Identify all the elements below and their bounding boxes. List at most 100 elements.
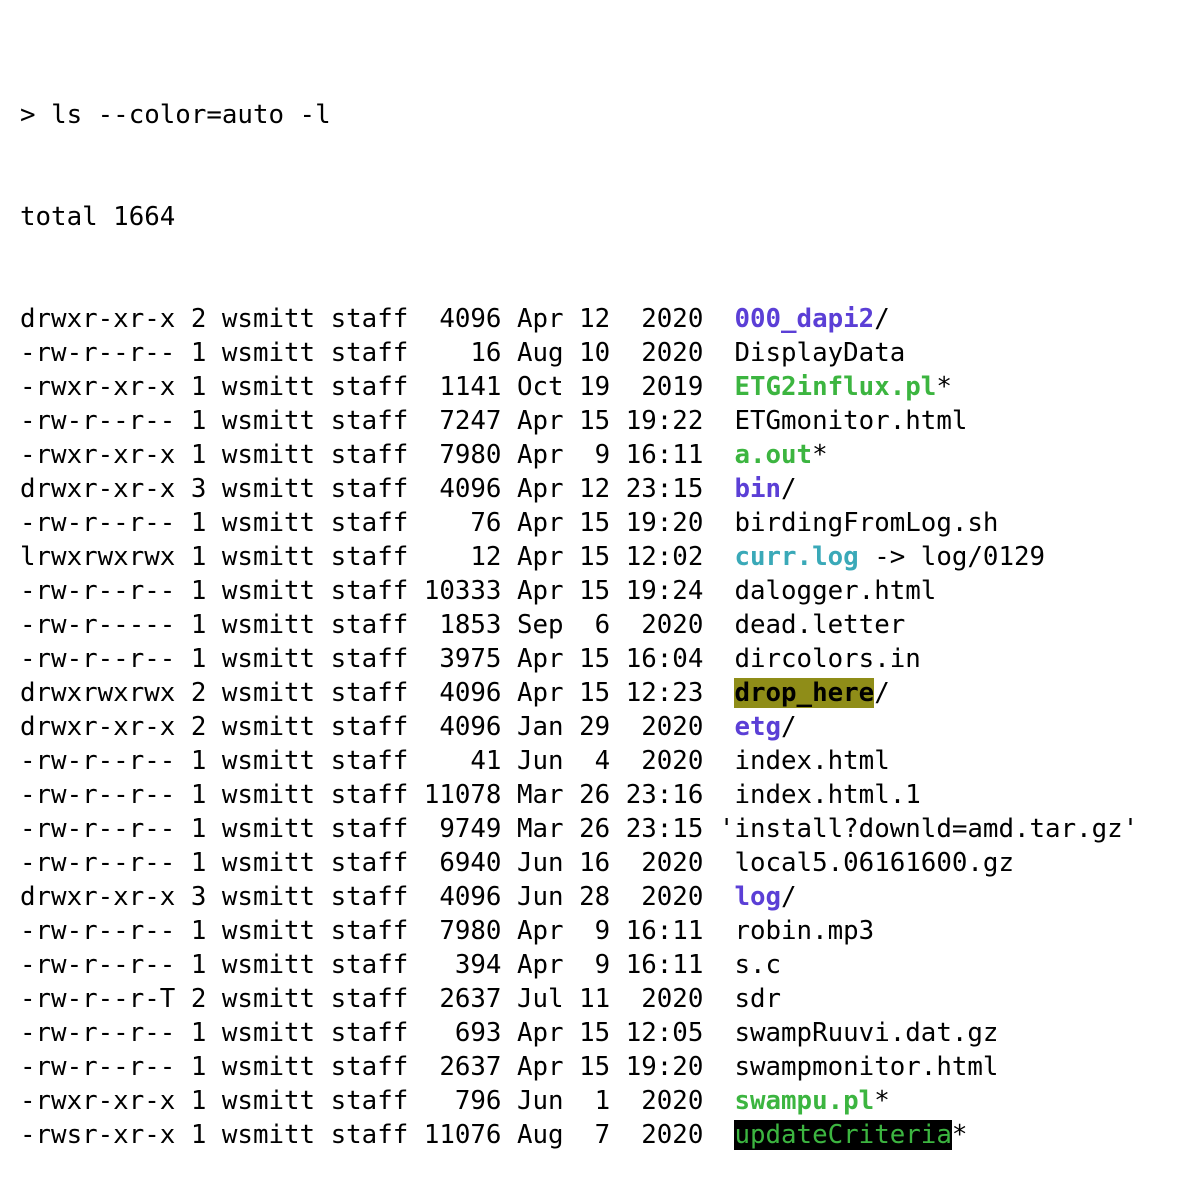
file-size: 9749: [423, 814, 502, 844]
time-or-year: 19:24: [625, 576, 704, 606]
file-name: curr.log: [734, 542, 859, 572]
group: staff: [330, 746, 409, 776]
month: Oct: [517, 372, 564, 402]
file-name: ETGmonitor.html: [734, 406, 968, 436]
link-count: 1: [190, 508, 207, 538]
file-name: 000_dapi2: [734, 304, 875, 334]
day: 28: [579, 882, 611, 912]
file-name: s.c: [734, 950, 782, 980]
listing-row: -rw-r--r-- 1 wsmitt staff 7980 Apr 9 16:…: [20, 914, 1185, 948]
total-line: total 1664: [20, 202, 176, 232]
file-size: 1853: [423, 610, 502, 640]
permissions: drwxr-xr-x: [20, 712, 176, 742]
group: staff: [330, 984, 409, 1014]
group: staff: [330, 848, 409, 878]
owner: wsmitt: [221, 610, 316, 640]
time-or-year: 2020: [625, 610, 704, 640]
command-text: ls --color=auto -l: [51, 100, 331, 130]
month: Apr: [517, 576, 564, 606]
listing-row: -rwxr-xr-x 1 wsmitt staff 7980 Apr 9 16:…: [20, 438, 1185, 472]
owner: wsmitt: [221, 508, 316, 538]
file-name: log: [734, 882, 782, 912]
file-size: 693: [423, 1018, 502, 1048]
listing-row: drwxr-xr-x 2 wsmitt staff 4096 Jan 29 20…: [20, 710, 1185, 744]
owner: wsmitt: [221, 1086, 316, 1116]
permissions: -rw-r--r--: [20, 814, 176, 844]
listing-row: -rw-r--r-- 1 wsmitt staff 7247 Apr 15 19…: [20, 404, 1185, 438]
file-size: 4096: [423, 678, 502, 708]
file-suffix: /: [874, 304, 890, 334]
file-size: 796: [423, 1086, 502, 1116]
month: Apr: [517, 474, 564, 504]
link-count: 3: [190, 474, 207, 504]
day: 15: [579, 508, 611, 538]
link-count: 2: [190, 984, 207, 1014]
file-size: 7980: [423, 916, 502, 946]
listing-row: -rw-r--r-- 1 wsmitt staff 6940 Jun 16 20…: [20, 846, 1185, 880]
file-name: dalogger.html: [734, 576, 937, 606]
time-or-year: 12:23: [625, 678, 704, 708]
permissions: -rwxr-xr-x: [20, 1086, 176, 1116]
day: 11: [579, 984, 611, 1014]
day: 26: [579, 780, 611, 810]
listing-row: -rw-r--r-- 1 wsmitt staff 10333 Apr 15 1…: [20, 574, 1185, 608]
listing-row: drwxrwxrwx 2 wsmitt staff 4096 Apr 15 12…: [20, 676, 1185, 710]
listing-row: drwxr-xr-x 3 wsmitt staff 4096 Jun 28 20…: [20, 880, 1185, 914]
day: 15: [579, 1018, 611, 1048]
permissions: drwxr-xr-x: [20, 304, 176, 334]
file-suffix: *: [936, 372, 952, 402]
file-size: 4096: [423, 304, 502, 334]
file-name: drop_here: [734, 678, 875, 708]
file-name: birdingFromLog.sh: [734, 508, 999, 538]
link-count: 3: [190, 882, 207, 912]
link-count: 1: [190, 848, 207, 878]
owner: wsmitt: [221, 678, 316, 708]
group: staff: [330, 780, 409, 810]
day: 9: [579, 440, 611, 470]
link-count: 2: [190, 304, 207, 334]
day: 4: [579, 746, 611, 776]
group: staff: [330, 644, 409, 674]
link-count: 1: [190, 916, 207, 946]
listing-row: drwxr-xr-x 2 wsmitt staff 4096 Apr 12 20…: [20, 302, 1185, 336]
terminal-window[interactable]: > ls --color=auto -l total 1664 drwxr-xr…: [20, 30, 1185, 1186]
group: staff: [330, 712, 409, 742]
time-or-year: 2019: [625, 372, 704, 402]
owner: wsmitt: [221, 1018, 316, 1048]
file-name: index.html: [734, 746, 890, 776]
time-or-year: 16:11: [625, 916, 704, 946]
month: Jun: [517, 746, 564, 776]
day: 26: [579, 814, 611, 844]
permissions: -rw-r--r--: [20, 644, 176, 674]
link-count: 1: [190, 610, 207, 640]
time-or-year: 2020: [625, 1120, 704, 1150]
day: 15: [579, 1052, 611, 1082]
owner: wsmitt: [221, 338, 316, 368]
file-suffix: /: [874, 678, 890, 708]
group: staff: [330, 1086, 409, 1116]
permissions: -rw-r--r--: [20, 576, 176, 606]
time-or-year: 16:04: [625, 644, 704, 674]
file-suffix: -> log/0129: [858, 542, 1046, 572]
link-count: 1: [190, 780, 207, 810]
month: Apr: [517, 1018, 564, 1048]
link-count: 1: [190, 406, 207, 436]
time-or-year: 2020: [625, 712, 704, 742]
owner: wsmitt: [221, 950, 316, 980]
group: staff: [330, 576, 409, 606]
permissions: -rw-r--r--: [20, 746, 176, 776]
month: Jun: [517, 882, 564, 912]
file-suffix: /: [781, 474, 797, 504]
group: staff: [330, 610, 409, 640]
day: 6: [579, 610, 611, 640]
file-name: a.out: [734, 440, 813, 470]
owner: wsmitt: [221, 746, 316, 776]
group: staff: [330, 916, 409, 946]
day: 9: [579, 916, 611, 946]
link-count: 1: [190, 1120, 207, 1150]
permissions: -rwxr-xr-x: [20, 372, 176, 402]
permissions: -rw-r--r--: [20, 780, 176, 810]
listing-row: -rw-r--r-- 1 wsmitt staff 394 Apr 9 16:1…: [20, 948, 1185, 982]
day: 15: [579, 406, 611, 436]
file-listing: drwxr-xr-x 2 wsmitt staff 4096 Apr 1 2 20…: [20, 302, 1185, 1152]
